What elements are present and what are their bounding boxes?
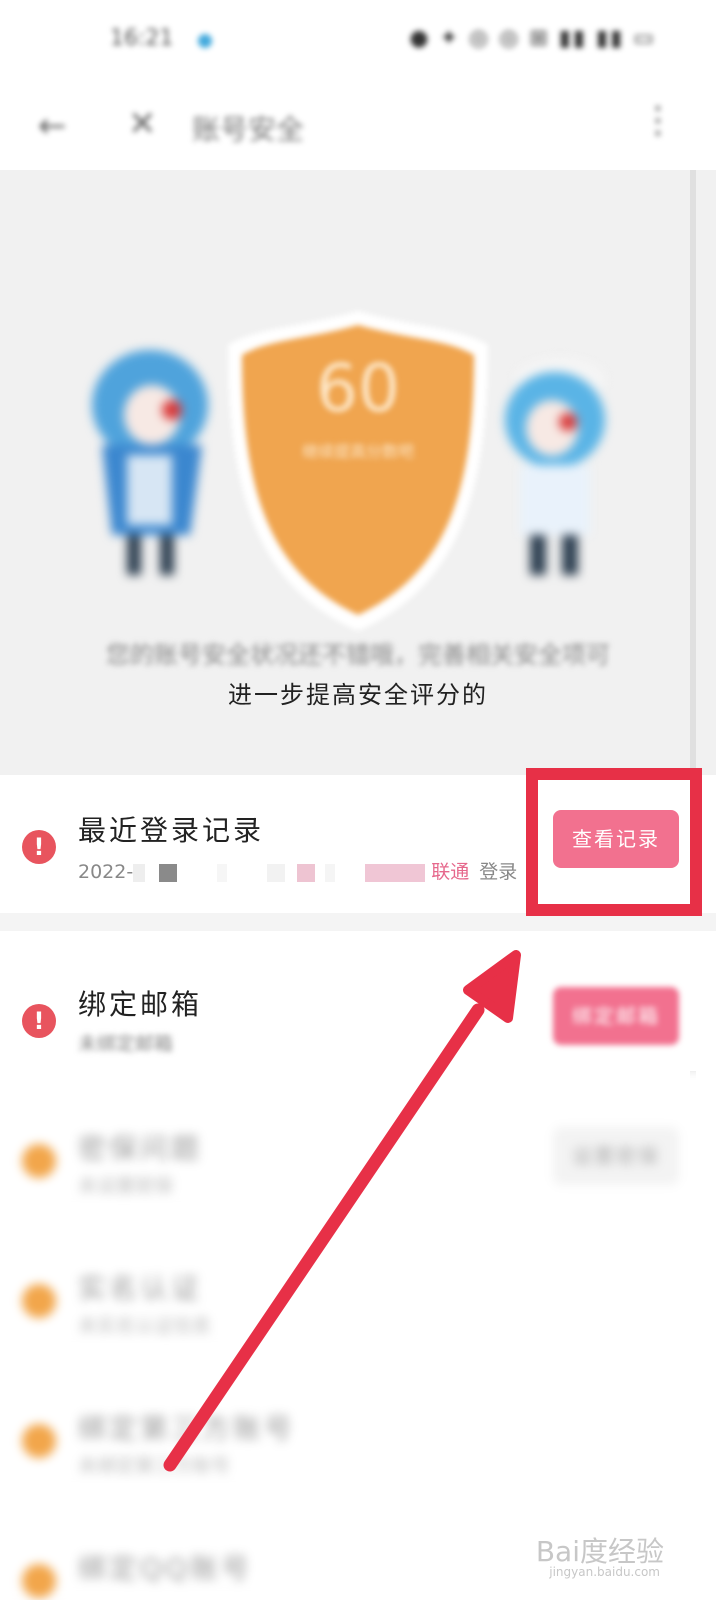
- annotation-arrow-icon: [163, 950, 521, 1472]
- watermark-logo: Bai度经验: [535, 1535, 664, 1568]
- watermark-site: jingyan.baidu.com: [549, 1565, 660, 1579]
